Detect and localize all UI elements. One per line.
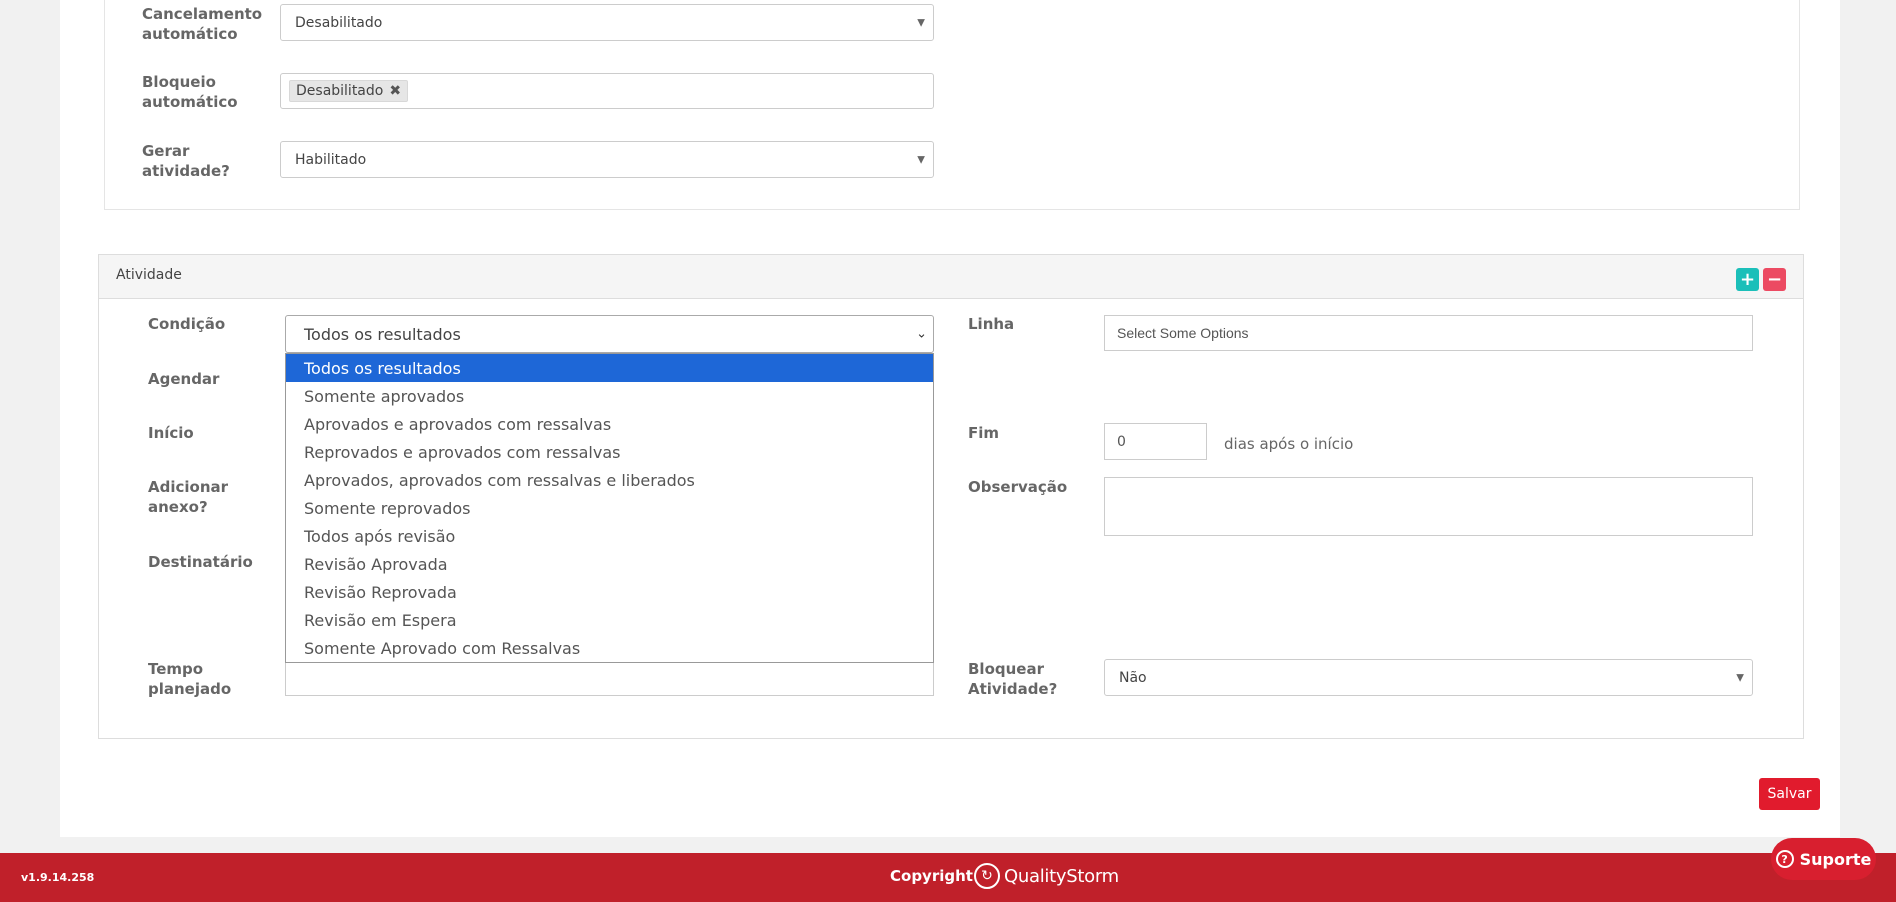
linha-label: Linha <box>968 315 1015 333</box>
dropdown-option[interactable]: Revisão Reprovada <box>286 578 933 606</box>
dropdown-option[interactable]: Aprovados, aprovados com ressalvas e lib… <box>286 466 933 494</box>
bloquear-select[interactable]: Não ▼ <box>1104 659 1753 696</box>
brand-logo: ↻ QualityStorm <box>974 863 1119 889</box>
bloqueio-multiselect[interactable]: Desabilitado ✖ <box>280 73 934 109</box>
chevron-down-icon: ▼ <box>1736 672 1744 683</box>
gerar-label-line1: Gerar <box>142 142 190 160</box>
remove-button[interactable]: − <box>1763 268 1786 291</box>
tempo-label: Tempo planejado <box>148 659 231 699</box>
refresh-icon: ↻ <box>974 863 1000 889</box>
gerar-label-line2: atividade? <box>142 162 230 180</box>
dropdown-option[interactable]: Todos os resultados <box>286 354 933 382</box>
condicao-value: Todos os resultados <box>304 324 461 344</box>
bloqueio-tag-label: Desabilitado <box>296 83 384 99</box>
dropdown-option[interactable]: Reprovados e aprovados com ressalvas <box>286 438 933 466</box>
bloquear-value: Não <box>1119 669 1147 686</box>
observacao-textarea[interactable] <box>1104 477 1753 536</box>
anexo-label-line1: Adicionar <box>148 478 229 496</box>
panel-header: Atividade + − <box>99 255 1803 299</box>
tempo-label-line2: planejado <box>148 680 232 698</box>
bloquear-label-line2: Atividade? <box>968 680 1058 698</box>
panel-title: Atividade <box>116 267 182 283</box>
condicao-label: Condição <box>148 315 226 333</box>
chevron-down-icon: ▼ <box>917 17 925 28</box>
tempo-label-line1: Tempo <box>148 660 204 678</box>
dropdown-option[interactable]: Somente Aprovado com Ressalvas <box>286 634 933 662</box>
cancelamento-value: Desabilitado <box>295 14 383 31</box>
fim-value: 0 <box>1117 433 1126 450</box>
add-button[interactable]: + <box>1736 268 1759 291</box>
fim-label: Fim <box>968 424 1000 442</box>
condicao-dropdown: Todos os resultados Somente aprovados Ap… <box>285 353 934 663</box>
cancelamento-select[interactable]: Desabilitado ▼ <box>280 4 934 41</box>
linha-placeholder: Select Some Options <box>1117 325 1249 341</box>
help-icon: ? <box>1775 850 1794 868</box>
copyright-label: Copyright <box>890 867 973 885</box>
linha-multiselect[interactable]: Select Some Options <box>1104 315 1753 351</box>
dropdown-option[interactable]: Aprovados e aprovados com ressalvas <box>286 410 933 438</box>
fim-input[interactable]: 0 <box>1104 423 1207 460</box>
tempo-input[interactable] <box>285 662 934 696</box>
bloquear-label-line1: Bloquear <box>968 660 1044 678</box>
version-label: v1.9.14.258 <box>21 871 95 884</box>
dropdown-option[interactable]: Todos após revisão <box>286 522 933 550</box>
dropdown-option[interactable]: Revisão em Espera <box>286 606 933 634</box>
bloqueio-tag: Desabilitado ✖ <box>289 80 409 102</box>
condicao-select[interactable]: Todos os resultados ⌄ <box>285 315 934 353</box>
cancelamento-label-line2: automático <box>142 25 238 43</box>
bloquear-label: Bloquear Atividade? <box>968 659 1057 699</box>
inicio-label: Início <box>148 424 194 442</box>
dropdown-option[interactable]: Somente reprovados <box>286 494 933 522</box>
support-label: Suporte <box>1799 849 1872 869</box>
bloqueio-label: Bloqueio automático <box>142 72 238 112</box>
close-icon[interactable]: ✖ <box>389 83 401 99</box>
bloqueio-label-line2: automático <box>142 93 238 111</box>
gerar-label: Gerar atividade? <box>142 141 230 181</box>
bloqueio-label-line1: Bloqueio <box>142 73 216 91</box>
agendar-label: Agendar <box>148 370 220 388</box>
gerar-select[interactable]: Habilitado ▼ <box>280 141 934 178</box>
footer: v1.9.14.258 Copyright ↻ QualityStorm <box>0 853 1896 902</box>
anexo-label-line2: anexo? <box>148 498 208 516</box>
gerar-value: Habilitado <box>295 151 367 168</box>
cancelamento-label-line1: Cancelamento <box>142 5 263 23</box>
dropdown-option[interactable]: Revisão Aprovada <box>286 550 933 578</box>
fim-suffix: dias após o início <box>1224 435 1354 453</box>
save-button[interactable]: Salvar <box>1759 778 1820 810</box>
chevron-down-icon: ⌄ <box>916 326 927 342</box>
cancelamento-label: Cancelamento automático <box>142 4 262 44</box>
dropdown-option[interactable]: Somente aprovados <box>286 382 933 410</box>
anexo-label: Adicionar anexo? <box>148 477 228 517</box>
support-button[interactable]: ? Suporte <box>1771 838 1876 880</box>
brand-name: QualityStorm <box>1004 865 1119 887</box>
destinatario-label: Destinatário <box>148 553 253 571</box>
observacao-label: Observação <box>968 478 1068 496</box>
chevron-down-icon: ▼ <box>917 154 925 165</box>
